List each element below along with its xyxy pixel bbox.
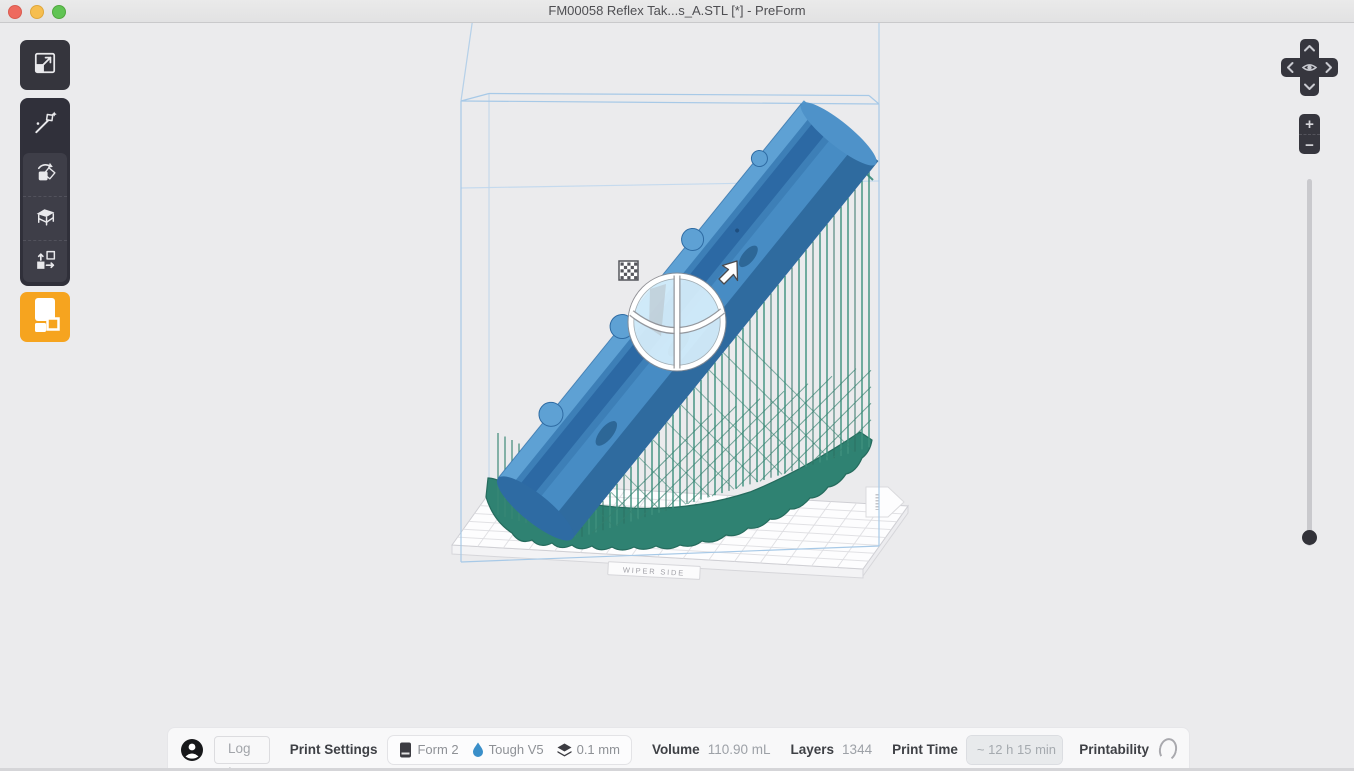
zoom-slider-handle[interactable] — [1302, 530, 1317, 545]
login-button[interactable]: Log In — [214, 736, 270, 764]
viewport-3d[interactable]: WIPER SIDE — [0, 23, 1354, 771]
window-title: FM00058 Reflex Tak...s_A.STL [*] - PreFo… — [0, 0, 1354, 22]
layers-value: 1344 — [842, 742, 872, 757]
volume-value: 110.90 mL — [708, 742, 771, 757]
zoom-in-button[interactable]: + — [1299, 114, 1320, 134]
chevron-left-icon — [1288, 63, 1293, 72]
zoom-slider-track[interactable] — [1307, 179, 1312, 546]
orient-tool-button[interactable] — [23, 153, 67, 196]
print-icon — [20, 290, 70, 345]
rotate-icon — [33, 160, 58, 190]
user-icon — [180, 738, 204, 762]
supports-icon — [33, 204, 58, 234]
account-button[interactable] — [180, 738, 204, 762]
view-right-button[interactable] — [1319, 58, 1338, 77]
titlebar: FM00058 Reflex Tak...s_A.STL [*] - PreFo… — [0, 0, 1354, 23]
printer-icon — [399, 742, 412, 758]
view-reset-button[interactable] — [1300, 58, 1319, 77]
layer-thickness-setting: 0.1 mm — [557, 742, 620, 757]
print-button[interactable] — [20, 292, 70, 342]
chevron-right-icon — [1327, 63, 1332, 72]
layout-icon — [33, 248, 58, 278]
printability-spinner-icon — [1157, 736, 1179, 762]
scale-icon — [32, 50, 58, 81]
layers-icon — [557, 743, 572, 757]
print-time-label: Print Time — [892, 742, 958, 757]
rotation-gizmo[interactable] — [628, 273, 726, 371]
zoom-control: + − — [1299, 114, 1320, 154]
tool-group — [20, 98, 70, 286]
view-left-button[interactable] — [1281, 58, 1300, 77]
magic-wand-icon — [32, 110, 58, 141]
scale-tool-button[interactable] — [20, 40, 70, 90]
resin-droplet-icon — [472, 742, 484, 757]
chevron-down-icon — [1305, 85, 1314, 90]
orientation-tools-panel — [23, 153, 67, 282]
material-setting: Tough V5 — [472, 742, 544, 757]
zoom-out-button[interactable]: − — [1299, 134, 1320, 155]
move-texture-icon — [619, 261, 638, 280]
eye-icon — [1300, 58, 1319, 77]
print-time-value: ~ 12 h 15 min — [967, 736, 1063, 764]
status-bar: Log In Print Settings Form 2 Tough V5 0.… — [167, 727, 1190, 771]
supports-tool-button[interactable] — [23, 196, 67, 240]
volume-label: Volume — [652, 742, 700, 757]
minus-icon: − — [1305, 138, 1314, 153]
printer-setting: Form 2 — [399, 742, 458, 758]
plus-icon: + — [1305, 117, 1314, 132]
chevron-up-icon — [1305, 46, 1314, 51]
layers-label: Layers — [791, 742, 835, 757]
print-time-widget: ~ 12 h 15 min — [966, 735, 1063, 765]
print-settings-label: Print Settings — [290, 742, 378, 757]
one-click-print-button[interactable] — [20, 98, 70, 152]
view-down-button[interactable] — [1300, 77, 1319, 96]
printability-label: Printability — [1079, 742, 1149, 757]
layout-tool-button[interactable] — [23, 240, 67, 284]
print-settings-button[interactable]: Form 2 Tough V5 0.1 mm — [387, 735, 631, 765]
view-up-button[interactable] — [1300, 39, 1319, 58]
scene-3d: WIPER SIDE — [0, 0, 1354, 771]
view-dpad — [1281, 39, 1338, 96]
